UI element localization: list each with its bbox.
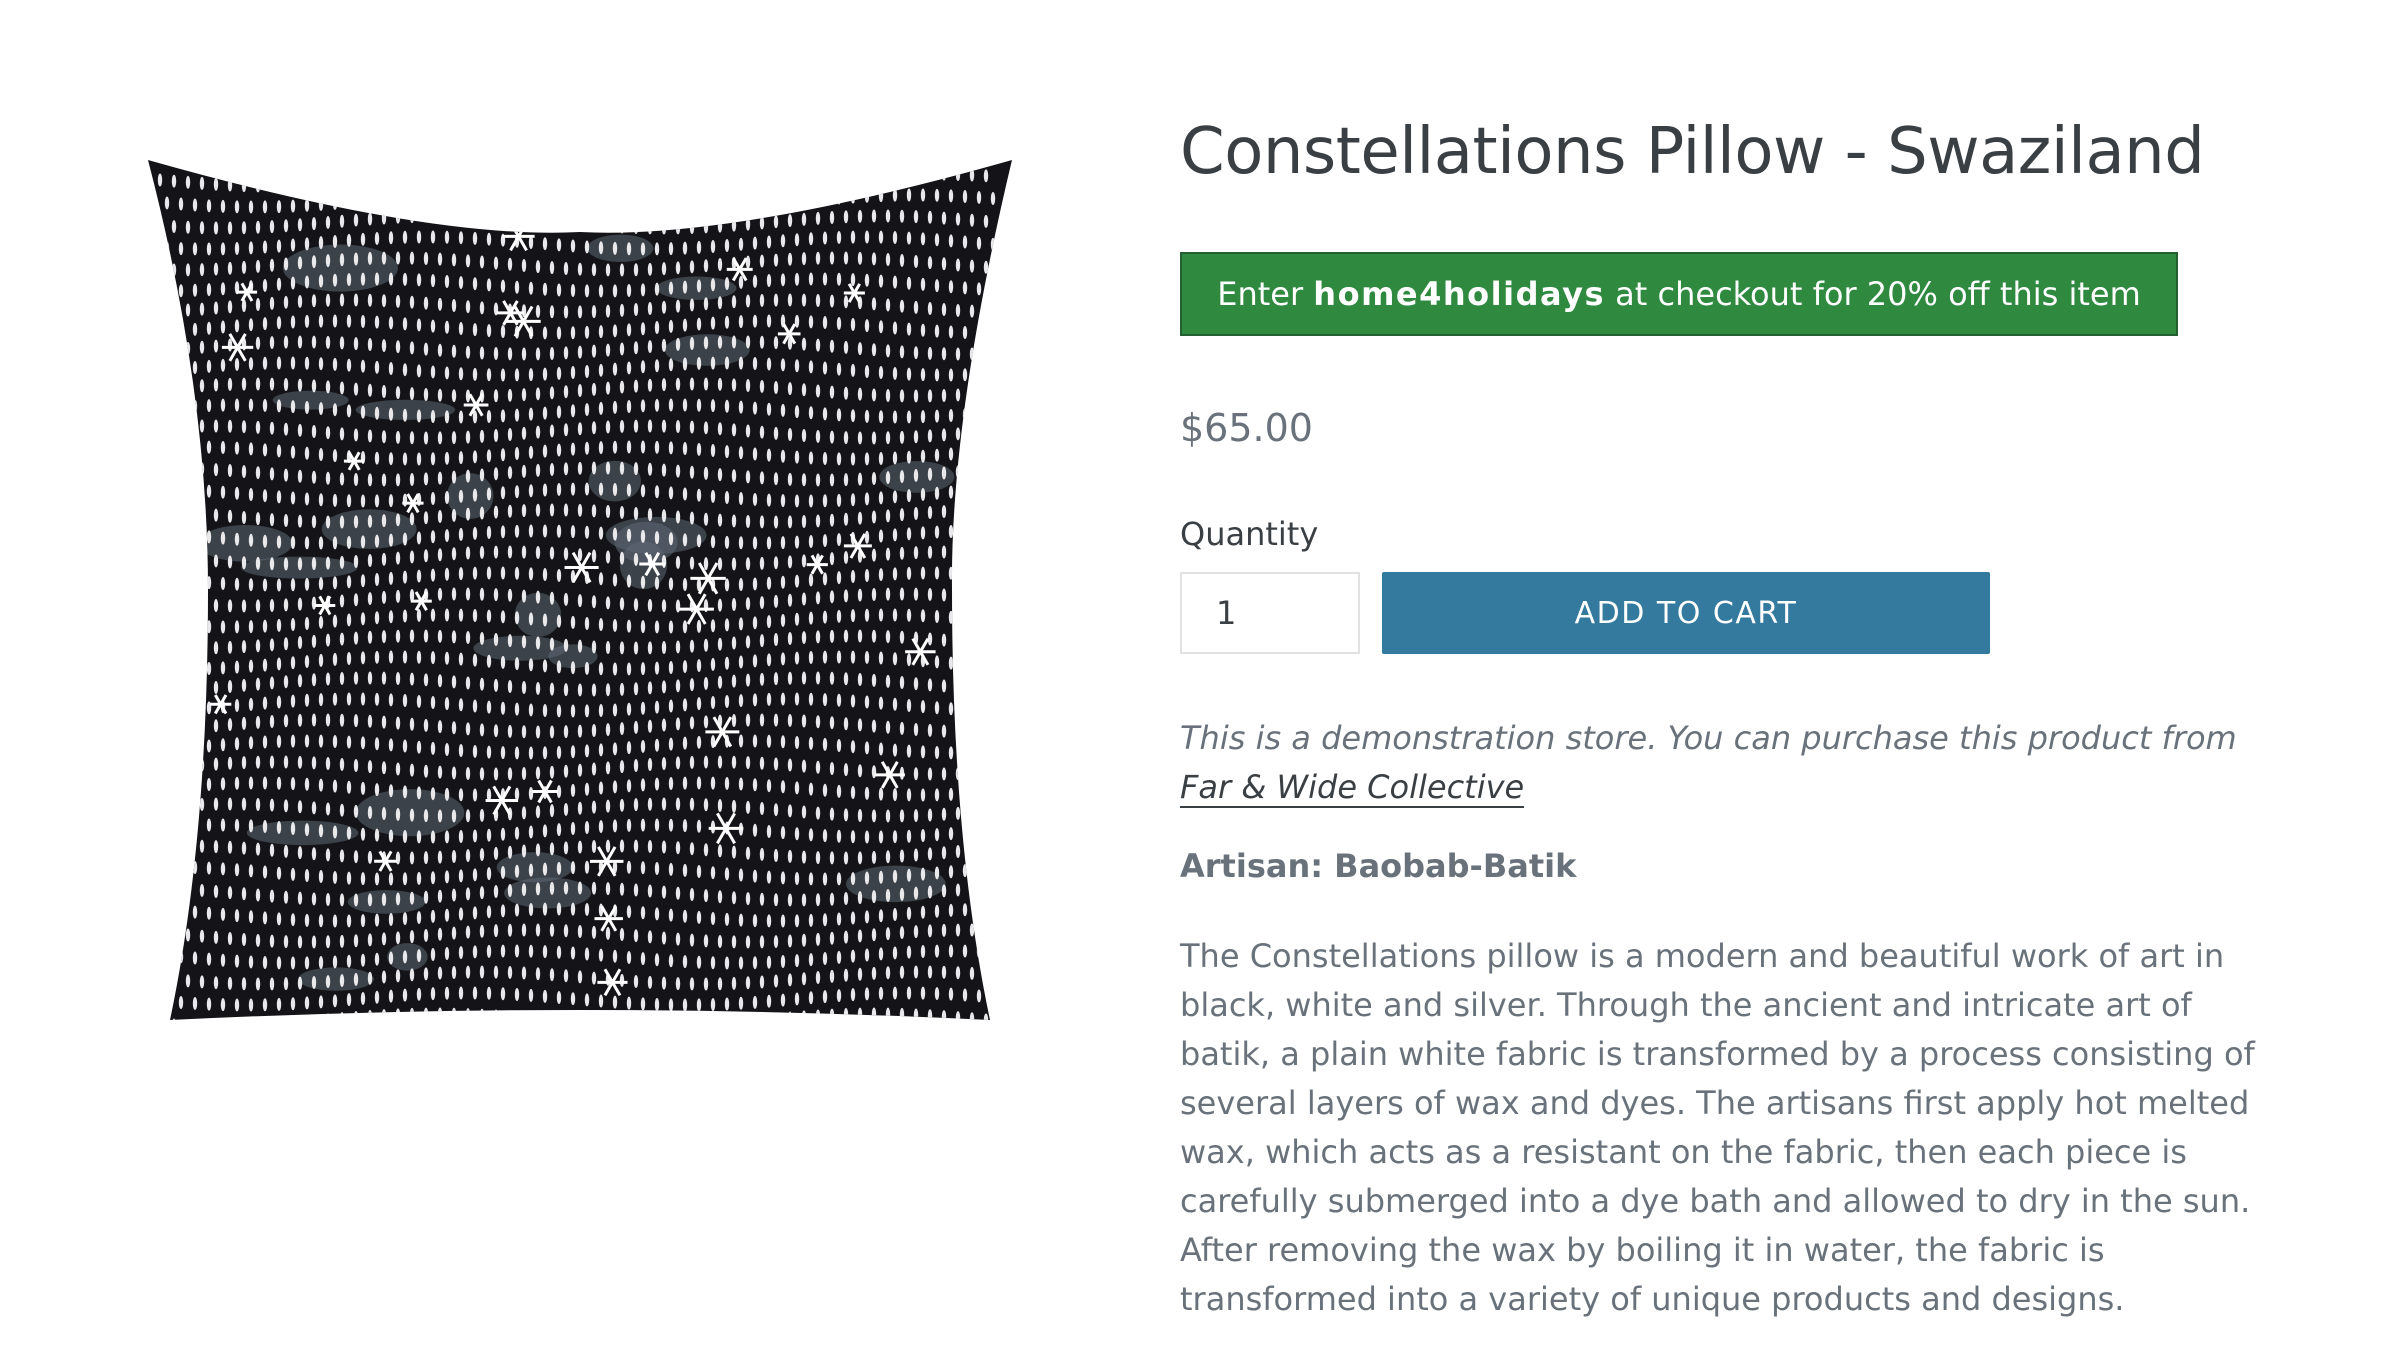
purchase-row: ADD TO CART: [1180, 572, 2270, 654]
demo-note-text: This is a demonstration store. You can p…: [1180, 719, 2237, 757]
product-description: The Constellations pillow is a modern an…: [1180, 937, 2255, 1318]
product-info: Constellations Pillow - Swaziland Enter …: [1180, 104, 2270, 1324]
product-image[interactable]: [130, 140, 1030, 1040]
pillow-illustration: [148, 160, 1012, 1020]
artisan-label: Artisan: Baobab-Batik: [1180, 847, 1577, 885]
far-wide-collective-link[interactable]: Far & Wide Collective: [1180, 768, 1525, 808]
quantity-label: Quantity: [1180, 515, 1319, 553]
quantity-input[interactable]: [1180, 572, 1360, 654]
promo-prefix: Enter: [1217, 275, 1304, 313]
promo-code: home4holidays: [1313, 275, 1605, 313]
product-price: $65.00: [1180, 406, 1313, 450]
add-to-cart-button[interactable]: ADD TO CART: [1382, 572, 1990, 654]
promo-banner: Enter home4holidays at checkout for 20% …: [1180, 252, 2178, 336]
promo-suffix: at checkout for 20% off this item: [1615, 275, 2141, 313]
demo-store-note: This is a demonstration store. You can p…: [1180, 714, 2270, 812]
product-title: Constellations Pillow - Swaziland: [1180, 115, 2205, 189]
